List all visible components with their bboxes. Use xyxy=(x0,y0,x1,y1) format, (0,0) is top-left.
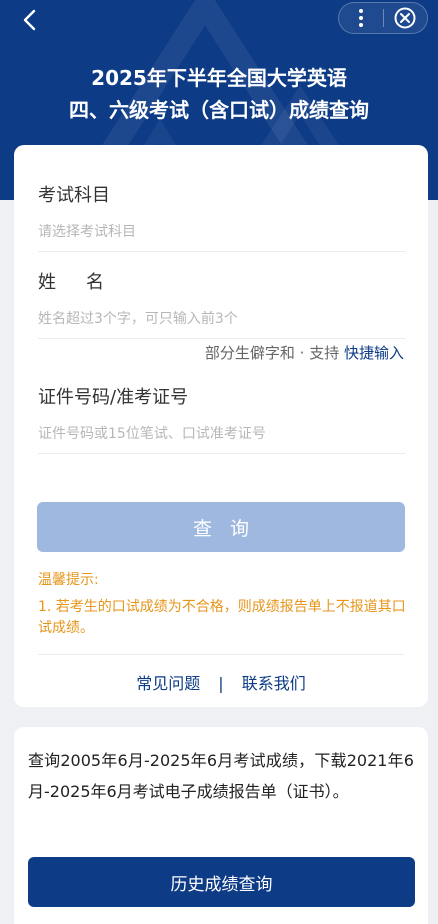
subject-select[interactable]: 请选择考试科目 xyxy=(38,221,406,241)
quick-input-link[interactable]: 快捷输入 xyxy=(344,344,404,362)
footer-links: 常见问题 | 联系我们 xyxy=(14,670,428,694)
subject-underline xyxy=(38,251,406,252)
history-card: 查询2005年6月-2025年6月考试成绩，下载2021年6月-2025年6月考… xyxy=(14,727,428,924)
close-circle-icon xyxy=(394,7,416,29)
page-title-line2: 四、六级考试（含口试）成绩查询 xyxy=(69,98,369,122)
name-input[interactable]: 姓名超过3个字，可只输入前3个 xyxy=(38,308,406,328)
id-underline xyxy=(38,453,406,454)
more-vertical-icon xyxy=(358,9,363,27)
query-button[interactable]: 查询 xyxy=(37,502,405,552)
history-query-button[interactable]: 历史成绩查询 xyxy=(28,857,415,907)
close-button[interactable] xyxy=(384,3,428,33)
more-button[interactable] xyxy=(339,3,383,33)
history-description: 查询2005年6月-2025年6月考试成绩，下载2021年6月-2025年6月考… xyxy=(28,751,414,801)
id-field[interactable]: 证件号码/准考证号 证件号码或15位笔试、口试准考证号 xyxy=(38,383,406,454)
tips-item: 1. 若考生的口试成绩为不合格，则成绩报告单上不报道其口试成绩。 xyxy=(38,599,406,636)
query-form-card: 考试科目 请选择考试科目 姓名 姓名超过3个字，可只输入前3个 部分生僻字和 ·… xyxy=(14,145,428,707)
name-underline xyxy=(38,338,406,339)
name-field[interactable]: 姓名 姓名超过3个字，可只输入前3个 xyxy=(38,268,406,339)
chevron-left-icon xyxy=(23,9,36,31)
back-button[interactable] xyxy=(14,6,44,34)
faq-link[interactable]: 常见问题 xyxy=(136,674,200,693)
mini-program-capsule xyxy=(338,2,428,34)
rare-char-hint-text: 部分生僻字和 · 支持 xyxy=(204,344,344,362)
card-divider xyxy=(38,654,404,655)
subject-label: 考试科目 xyxy=(38,185,110,206)
links-separator: | xyxy=(218,674,224,693)
page-title-line1: 2025年下半年全国大学英语 xyxy=(91,66,347,90)
name-label: 姓名 xyxy=(38,272,134,293)
id-label: 证件号码/准考证号 xyxy=(38,387,189,408)
subject-field[interactable]: 考试科目 请选择考试科目 xyxy=(38,181,406,252)
page-title: 2025年下半年全国大学英语 四、六级考试（含口试）成绩查询 xyxy=(0,62,438,126)
id-input[interactable]: 证件号码或15位笔试、口试准考证号 xyxy=(38,423,406,443)
contact-link[interactable]: 联系我们 xyxy=(242,674,306,693)
tips: 温馨提示: 1. 若考生的口试成绩为不合格，则成绩报告单上不报道其口试成绩。 xyxy=(38,570,406,639)
tips-title: 温馨提示: xyxy=(38,572,99,588)
rare-char-hint: 部分生僻字和 · 支持 快捷输入 xyxy=(205,342,404,363)
